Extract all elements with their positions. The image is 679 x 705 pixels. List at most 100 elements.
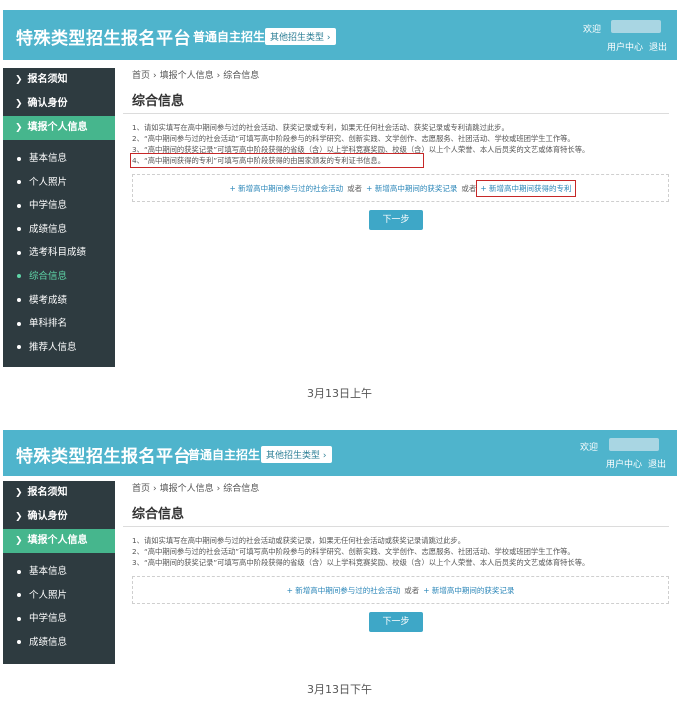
- add-activity-link[interactable]: + 新增高中期间参与过的社会活动: [229, 184, 343, 193]
- instructions: 1、请如实填写在高中期间参与过的社会活动、获奖记录或专利，如果无任何社会活动、获…: [123, 122, 669, 168]
- sidebar: ❯ 报名须知 ❯ 确认身份 ❯ 填报个人信息 基本信息 个人照片 中学信息 成绩信息: [3, 481, 115, 664]
- chevron-right-icon: ❯: [15, 536, 23, 546]
- logout-link[interactable]: 退出: [648, 460, 666, 470]
- sidebar-item-notice[interactable]: ❯ 报名须知: [3, 68, 115, 92]
- dot-icon: [17, 250, 21, 255]
- add-record-area: + 新增高中期间参与过的社会活动 或者 + 新增高中期间的获奖记录 或者 + 新增高中期…: [132, 174, 669, 202]
- sub-item-photo[interactable]: 个人照片: [3, 171, 115, 195]
- welcome-text: 欢迎: [580, 443, 599, 453]
- chevron-right-icon: ›: [216, 484, 221, 494]
- dot-icon: [17, 569, 21, 574]
- other-types-button[interactable]: 其他招生类型 ›: [265, 28, 336, 45]
- sub-item-label: 模考成绩: [29, 294, 68, 306]
- breadcrumb: 首页 › 填报个人信息 › 综合信息: [123, 481, 669, 497]
- sub-item-label: 成绩信息: [29, 636, 68, 648]
- add-activity-link[interactable]: + 新增高中期间参与过的社会活动: [287, 586, 401, 595]
- breadcrumb-personal-info[interactable]: 填报个人信息: [160, 484, 214, 494]
- sub-item-label: 推荐人信息: [29, 341, 77, 353]
- dot-icon: [17, 616, 21, 621]
- dot-icon: [17, 298, 21, 303]
- other-types-button[interactable]: 其他招生类型 ›: [261, 446, 332, 463]
- add-award-link[interactable]: + 新增高中期间的获奖记录: [366, 184, 457, 193]
- main-content: 首页 › 填报个人信息 › 综合信息 综合信息 1、请如实填写在高中期间参与过的社会活动…: [123, 68, 669, 230]
- sub-item-basic-info[interactable]: 基本信息: [3, 147, 115, 171]
- chevron-right-icon: ❯: [15, 512, 23, 522]
- other-types-label: 其他招生类型: [266, 451, 321, 461]
- sidebar-item-identity[interactable]: ❯ 确认身份: [3, 92, 115, 116]
- sub-item-recommender[interactable]: 推荐人信息: [3, 336, 115, 360]
- chevron-right-icon: ❯: [15, 75, 23, 85]
- sub-item-photo[interactable]: 个人照片: [3, 584, 115, 608]
- sidebar-item-notice[interactable]: ❯ 报名须知: [3, 481, 115, 505]
- dot-icon: [17, 180, 21, 185]
- breadcrumb-current: 综合信息: [223, 484, 260, 494]
- sub-item-label: 基本信息: [29, 153, 68, 164]
- chevron-right-icon: ›: [322, 451, 327, 461]
- sub-item-basic-info[interactable]: 基本信息: [3, 560, 115, 584]
- sub-item-elective-scores[interactable]: 选考科目成绩: [3, 241, 115, 265]
- page-title: 综合信息: [123, 503, 669, 527]
- sub-item-subject-ranking[interactable]: 单科排名: [3, 312, 115, 336]
- user-links: 用户中心 退出: [606, 457, 672, 470]
- chevron-right-icon: ›: [153, 484, 157, 494]
- sub-item-school-info[interactable]: 中学信息: [3, 194, 115, 218]
- instruction-line: 3、“高中期间的获奖记录”可填写高中阶段获得的省级（含）以上学科竞赛奖励、校级（…: [132, 145, 590, 154]
- sub-item-scores[interactable]: 成绩信息: [3, 631, 115, 655]
- caption-morning: 3月13日上午: [307, 387, 372, 400]
- add-patent-link[interactable]: + 新增高中期间获得的专利: [476, 180, 576, 197]
- instruction-line: 3、“高中期间的获奖记录”可填写高中阶段获得的省级（含）以上学科竞赛奖励、校级（…: [132, 558, 590, 567]
- add-award-link[interactable]: + 新增高中期间的获奖记录: [423, 586, 514, 595]
- sidebar-item-personal-info[interactable]: ❯ 填报个人信息: [3, 116, 115, 140]
- user-center-link[interactable]: 用户中心: [607, 43, 643, 53]
- instruction-line: 1、请如实填写在高中期间参与过的社会活动或获奖记录，如果无任何社会活动或获奖记录…: [132, 536, 465, 545]
- sub-item-label: 中学信息: [29, 613, 68, 625]
- platform-title: 特殊类型招生报名平台: [16, 447, 191, 467]
- next-step-button[interactable]: 下一步: [369, 612, 423, 632]
- breadcrumb: 首页 › 填报个人信息 › 综合信息: [123, 68, 669, 84]
- instruction-line: 1、请如实填写在高中期间参与过的社会活动、获奖记录或专利，如果无任何社会活动、获…: [132, 123, 509, 132]
- sub-item-label: 中学信息: [29, 200, 68, 212]
- sub-item-label: 成绩信息: [29, 223, 68, 235]
- dot-icon: [17, 345, 21, 350]
- chevron-right-icon: ❯: [15, 99, 23, 109]
- platform-title: 特殊类型招生报名平台: [16, 29, 191, 49]
- sub-item-mock-scores[interactable]: 模考成绩: [3, 289, 115, 313]
- breadcrumb-current: 综合信息: [223, 71, 260, 81]
- sub-item-comprehensive-info[interactable]: 综合信息: [3, 265, 115, 289]
- sidebar-item-label: 确认身份: [27, 98, 68, 109]
- sub-item-label: 单科排名: [29, 318, 68, 330]
- instruction-line-patent: 4、“高中期间获得的专利”可填写高中阶段获得的由国家颁发的专利证书信息。: [130, 153, 424, 168]
- welcome-text: 欢迎: [583, 25, 602, 35]
- caption-afternoon: 3月13日下午: [307, 683, 372, 696]
- dot-icon: [17, 227, 21, 232]
- user-center-link[interactable]: 用户中心: [606, 460, 642, 470]
- chevron-right-icon: ›: [216, 71, 221, 81]
- or-text: 或者: [404, 586, 420, 595]
- instruction-line: 2、“高中期间参与过的社会活动”可填写高中阶段参与的科学研究、创新实践、文学创作…: [132, 134, 575, 143]
- program-name: 普通自主招生: [193, 30, 266, 44]
- screenshot-afternoon: 特殊类型招生报名平台 普通自主招生 其他招生类型 › 欢迎 用户中心 退出 ❯ 报名…: [3, 430, 677, 664]
- logout-link[interactable]: 退出: [649, 43, 667, 53]
- screenshot-morning: 特殊类型招生报名平台 普通自主招生 其他招生类型 › 欢迎 用户中心 退出 ❯ 报名…: [3, 10, 677, 367]
- dot-icon: [17, 321, 21, 326]
- sub-item-school-info[interactable]: 中学信息: [3, 607, 115, 631]
- sidebar-item-identity[interactable]: ❯ 确认身份: [3, 505, 115, 529]
- next-step-button[interactable]: 下一步: [369, 210, 423, 230]
- sidebar-item-label: 填报个人信息: [27, 122, 88, 133]
- chevron-right-icon: ›: [326, 33, 331, 43]
- other-types-label: 其他招生类型: [270, 33, 325, 43]
- main-content: 首页 › 填报个人信息 › 综合信息 综合信息 1、请如实填写在高中期间参与过的社会活动…: [123, 481, 669, 632]
- sidebar-item-label: 填报个人信息: [27, 535, 88, 546]
- sidebar-item-label: 报名须知: [27, 487, 68, 498]
- instruction-line: 2、“高中期间参与过的社会活动”可填写高中阶段参与的科学研究、创新实践、文学创作…: [132, 547, 575, 556]
- breadcrumb-home[interactable]: 首页: [132, 484, 150, 494]
- sub-item-scores[interactable]: 成绩信息: [3, 218, 115, 242]
- sidebar-item-label: 确认身份: [27, 511, 68, 522]
- blurred-username: [611, 20, 661, 33]
- breadcrumb-personal-info[interactable]: 填报个人信息: [160, 71, 214, 81]
- sub-item-label: 选考科目成绩: [29, 247, 87, 259]
- breadcrumb-home[interactable]: 首页: [132, 71, 150, 81]
- top-header: 特殊类型招生报名平台 普通自主招生 其他招生类型 › 欢迎 用户中心 退出: [3, 430, 677, 476]
- sub-item-label: 个人照片: [29, 176, 68, 188]
- sidebar-item-personal-info[interactable]: ❯ 填报个人信息: [3, 529, 115, 553]
